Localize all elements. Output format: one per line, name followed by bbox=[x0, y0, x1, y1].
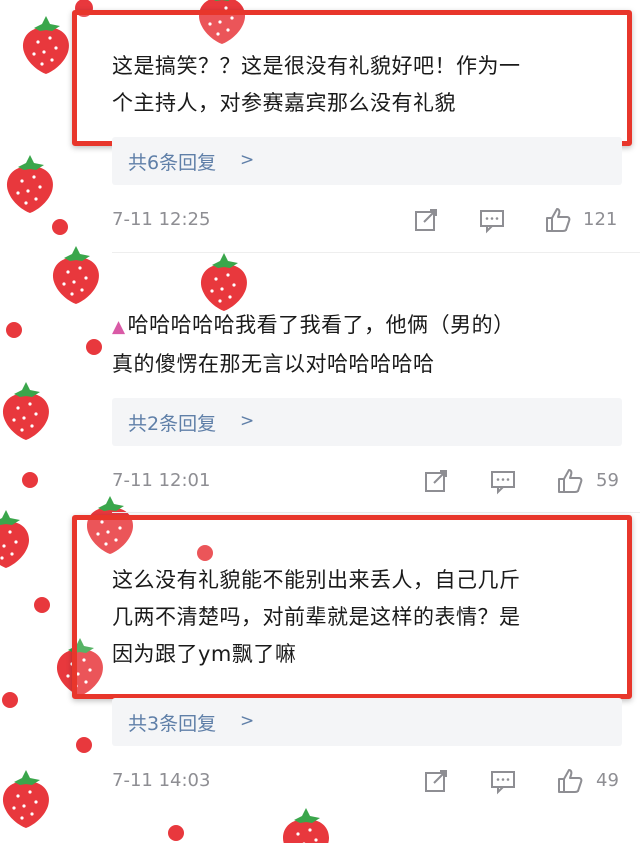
thumbs-up-icon[interactable] bbox=[556, 467, 584, 495]
comment-text-line1: 哈哈哈哈哈我看了我看了，他俩（男的） bbox=[127, 313, 515, 337]
thumbs-up-icon[interactable] bbox=[544, 206, 572, 234]
divider bbox=[112, 252, 640, 253]
comment-bubble-icon[interactable] bbox=[478, 206, 506, 234]
replies-link[interactable]: 共3条回复 > bbox=[112, 698, 622, 746]
chevron-right-icon: > bbox=[240, 411, 255, 431]
divider bbox=[112, 512, 640, 513]
comment-text: 这么没有礼貌能不能别出来丢人，自己几斤 几两不清楚吗，对前辈就是这样的表情？是 … bbox=[112, 562, 622, 673]
comment-text-line: 真的傻愣在那无言以对哈哈哈哈哈 bbox=[112, 352, 435, 376]
comment-text: 这是搞笑？？这是很没有礼貌好吧！作为一 个主持人，对参赛嘉宾那么没有礼貌 bbox=[112, 48, 622, 122]
comment-text-line: 这么没有礼貌能不能别出来丢人，自己几斤 bbox=[112, 568, 521, 592]
replies-link[interactable]: 共6条回复 > bbox=[112, 137, 622, 185]
replies-link[interactable]: 共2条回复 > bbox=[112, 398, 622, 446]
comment-meta: 7-11 12:25 121 bbox=[112, 206, 622, 236]
comment-text-line: 因为跟了ym飘了嘛 bbox=[112, 642, 297, 666]
replies-label: 共2条回复 bbox=[128, 413, 217, 435]
thumbs-up-icon[interactable] bbox=[556, 767, 584, 795]
replies-label: 共3条回复 bbox=[128, 713, 217, 735]
comment-meta: 7-11 14:03 49 bbox=[112, 767, 622, 797]
comment-time: 7-11 14:03 bbox=[112, 770, 211, 791]
comment-bubble-icon[interactable] bbox=[489, 467, 517, 495]
share-edit-icon[interactable] bbox=[412, 206, 440, 234]
comment-text: ▲哈哈哈哈哈我看了我看了，他俩（男的） 真的傻愣在那无言以对哈哈哈哈哈 bbox=[112, 307, 622, 383]
comment-text-line: 这是搞笑？？这是很没有礼貌好吧！作为一 bbox=[112, 54, 521, 78]
comment-text-line: 个主持人，对参赛嘉宾那么没有礼貌 bbox=[112, 91, 456, 115]
comment-time: 7-11 12:01 bbox=[112, 470, 211, 491]
like-count: 121 bbox=[583, 209, 618, 230]
comment-meta: 7-11 12:01 59 bbox=[112, 467, 622, 497]
like-count: 49 bbox=[596, 770, 619, 791]
comment-text-line: 几两不清楚吗，对前辈就是这样的表情？是 bbox=[112, 605, 521, 629]
comment-text-line: ▲哈哈哈哈哈我看了我看了，他俩（男的） bbox=[112, 307, 622, 346]
share-edit-icon[interactable] bbox=[422, 467, 450, 495]
share-edit-icon[interactable] bbox=[422, 767, 450, 795]
pink-triangle-icon: ▲ bbox=[112, 317, 126, 337]
chevron-right-icon: > bbox=[240, 150, 255, 170]
comment-bubble-icon[interactable] bbox=[489, 767, 517, 795]
replies-label: 共6条回复 bbox=[128, 152, 217, 174]
comment-time: 7-11 12:25 bbox=[112, 209, 211, 230]
chevron-right-icon: > bbox=[240, 711, 255, 731]
like-count: 59 bbox=[596, 470, 619, 491]
